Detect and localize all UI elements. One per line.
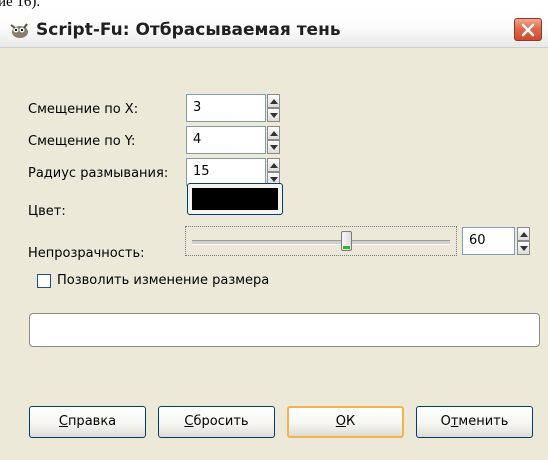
color-label: Цвет: — [28, 204, 66, 219]
gimp-wilber-icon — [10, 23, 28, 38]
ok-label: К — [346, 414, 356, 429]
opacity-slider-track — [192, 240, 450, 245]
dialog-content: Смещение по X: 3 Смещение по Y: 4 Радиус… — [3, 48, 545, 457]
reset-button[interactable]: Сбросить — [158, 406, 275, 438]
offset-y-decrement[interactable] — [267, 140, 280, 154]
offset-x-decrement[interactable] — [267, 108, 280, 122]
cancel-button[interactable]: Отменить — [416, 406, 533, 438]
arrow-up-icon — [270, 99, 278, 104]
arrow-down-icon — [270, 113, 278, 118]
allow-resize-label[interactable]: Позволить изменение размера — [57, 273, 269, 288]
offset-x-spinner[interactable] — [267, 94, 280, 122]
opacity-input[interactable]: 60 — [462, 227, 515, 255]
arrow-up-icon — [520, 232, 528, 237]
arrow-up-icon — [270, 163, 278, 168]
help-button[interactable]: Справка — [29, 406, 146, 438]
arrow-down-icon — [270, 145, 278, 150]
offset-y-increment[interactable] — [267, 126, 280, 140]
blur-radius-increment[interactable] — [267, 158, 280, 172]
document-caption-fragment: ие 16). — [0, 0, 548, 13]
script-fu-dialog: Script-Fu: Отбрасываемая тень Смещение п… — [0, 13, 548, 460]
blur-radius-label: Радиус размывания: — [28, 166, 169, 181]
opacity-spinner[interactable] — [517, 227, 530, 255]
opacity-decrement[interactable] — [517, 241, 530, 255]
opacity-slider[interactable] — [185, 226, 457, 256]
allow-resize-checkbox[interactable] — [37, 274, 51, 288]
ok-button[interactable]: ОК — [287, 406, 404, 438]
window-title: Script-Fu: Отбрасываемая тень — [36, 20, 341, 40]
help-label: правка — [67, 414, 117, 429]
caption-text: ие 16). — [0, 0, 41, 10]
offset-y-input[interactable]: 4 — [186, 126, 266, 154]
reset-mnemonic: С — [184, 414, 194, 429]
reset-label: бросить — [193, 414, 249, 429]
arrow-up-icon — [270, 131, 278, 136]
color-picker-button[interactable] — [187, 183, 283, 215]
progress-bar — [29, 313, 540, 347]
offset-y-label: Смещение по Y: — [28, 134, 136, 149]
offset-x-increment[interactable] — [267, 94, 280, 108]
offset-y-spinner[interactable] — [267, 126, 280, 154]
offset-x-input[interactable]: 3 — [186, 94, 266, 122]
close-button[interactable] — [514, 18, 542, 41]
opacity-label: Непрозрачность: — [28, 246, 145, 261]
blur-radius-spinner[interactable] — [267, 158, 280, 186]
arrow-down-icon — [520, 246, 528, 251]
blur-radius-input[interactable]: 15 — [186, 158, 266, 186]
opacity-increment[interactable] — [517, 227, 530, 241]
help-mnemonic: С — [58, 414, 68, 429]
color-swatch — [192, 188, 278, 210]
cancel-label-end: менить — [458, 414, 509, 429]
arrow-down-icon — [270, 177, 278, 182]
opacity-slider-thumb[interactable] — [341, 231, 353, 251]
ok-mnemonic: О — [335, 414, 346, 429]
offset-x-label: Смещение по X: — [28, 102, 139, 117]
close-icon — [521, 23, 535, 37]
cancel-label-start: О — [440, 414, 451, 429]
title-bar[interactable]: Script-Fu: Отбрасываемая тень — [0, 13, 548, 48]
